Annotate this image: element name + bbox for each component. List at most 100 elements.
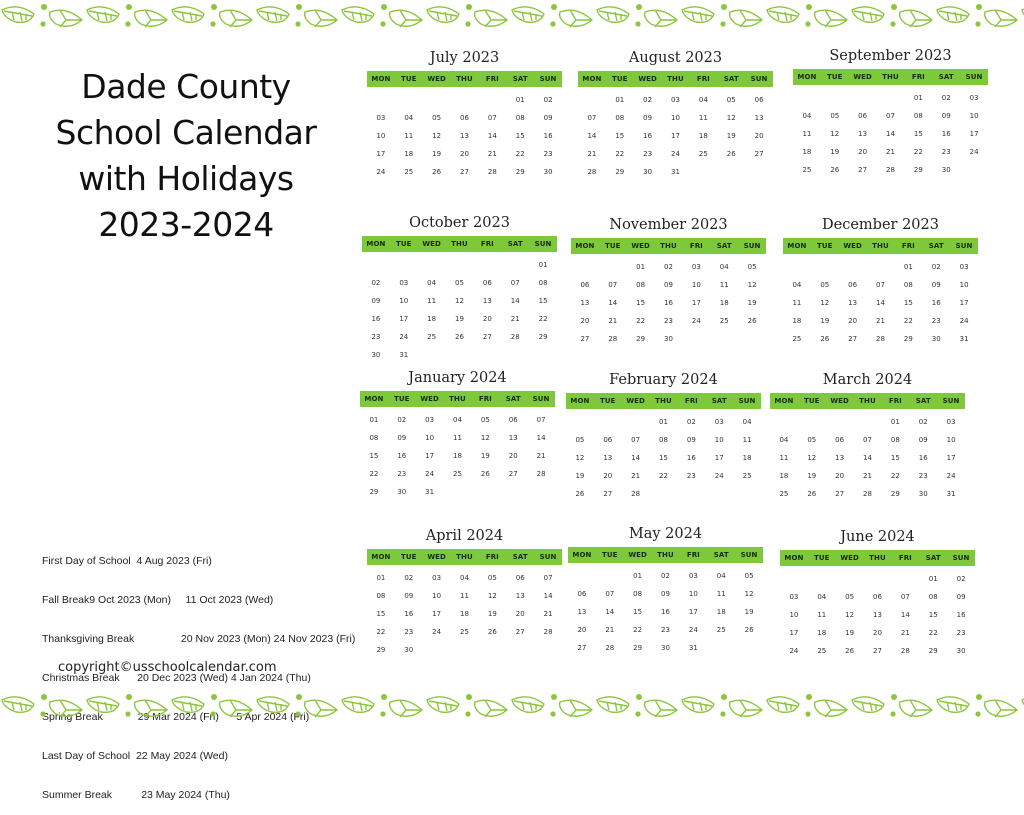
day-cell: 30 xyxy=(404,646,414,654)
weekday-label: SAT xyxy=(938,73,954,81)
leaf-border-top xyxy=(0,0,1024,34)
empty-cell xyxy=(478,91,506,109)
day-cell: 24 xyxy=(425,470,435,478)
day-cell: 20 xyxy=(754,132,764,140)
day-cell: 04 xyxy=(427,279,437,287)
empty-cell xyxy=(568,567,596,585)
day-cell: 26 xyxy=(455,333,464,341)
day-cell: 17 xyxy=(688,608,698,616)
day-cell: 23 xyxy=(956,629,966,637)
day-cell: 19 xyxy=(807,472,817,480)
day-grid: 01 02 03 04 05 06 07 08 09 10 11 12 13 14 15 16 17 18 19 20… xyxy=(362,256,557,364)
day-cell: 15 xyxy=(890,454,900,462)
day-cell: 23 xyxy=(543,150,553,158)
leaf-icon xyxy=(341,694,424,718)
weekday-label: THU xyxy=(456,553,473,561)
day-cell: 02 xyxy=(931,263,941,271)
empty-cell xyxy=(798,413,826,431)
leaf-icon xyxy=(426,694,509,718)
day-cell: 02 xyxy=(661,572,670,580)
day-cell: 16 xyxy=(643,132,653,140)
weekday-label: FRI xyxy=(686,551,700,559)
day-cell: 29 xyxy=(538,333,548,341)
day-cell: 06 xyxy=(835,436,845,444)
leaf-icon xyxy=(256,4,339,28)
day-cell: 22 xyxy=(903,317,913,325)
day-cell: 22 xyxy=(890,472,900,480)
empty-cell xyxy=(854,413,882,431)
day-cell: 05 xyxy=(820,281,830,289)
day-cell: 09 xyxy=(918,436,928,444)
day-cell: 09 xyxy=(956,593,966,601)
day-cell: 28 xyxy=(608,335,618,343)
month-title: October 2023 xyxy=(409,215,510,231)
month-calendar: April 2024 MON TUE WED THU FRI SAT SUN 01 02 03 04 0… xyxy=(367,525,562,659)
day-cell: 11 xyxy=(817,611,827,619)
day-cell: 15 xyxy=(538,297,548,305)
day-cell: 28 xyxy=(487,168,497,176)
day-cell: 12 xyxy=(487,592,497,600)
day-cell: 10 xyxy=(425,434,435,442)
title-line: School Calendar xyxy=(55,113,317,152)
empty-cell xyxy=(599,258,627,276)
empty-cell xyxy=(877,89,905,107)
day-cell: 06 xyxy=(508,416,518,424)
month-title: April 2024 xyxy=(425,528,504,544)
day-cell: 03 xyxy=(969,94,979,102)
day-cell: 29 xyxy=(890,490,900,498)
day-cell: 29 xyxy=(903,335,913,343)
weekday-label: FRI xyxy=(480,240,494,248)
month-calendar: October 2023 MON TUE WED THU FRI SAT SUN 01 02 03 0… xyxy=(362,212,557,364)
day-cell: 25 xyxy=(427,333,437,341)
day-cell: 10 xyxy=(946,436,956,444)
day-cell: 26 xyxy=(480,470,490,478)
weekday-label: SAT xyxy=(928,242,944,250)
empty-cell xyxy=(395,91,423,109)
day-cell: 28 xyxy=(876,335,885,343)
day-cell: 14 xyxy=(536,434,546,442)
day-cell: 21 xyxy=(605,626,615,634)
day-cell: 01 xyxy=(633,572,643,580)
weekday-label: SUN xyxy=(740,551,758,559)
holiday-item: Thanksgiving Break 20 Nov 2023 (Mon) 24 … xyxy=(42,633,356,645)
day-cell: 29 xyxy=(928,647,938,655)
leaf-icon xyxy=(596,4,679,28)
day-cell: 08 xyxy=(633,590,643,598)
weekday-header: MON TUE WED THU FRI SAT SUN xyxy=(367,71,562,87)
weekday-label: MON xyxy=(575,242,595,250)
empty-cell xyxy=(362,256,390,274)
day-cell: 17 xyxy=(959,299,969,307)
day-cell: 04 xyxy=(404,114,414,122)
day-cell: 09 xyxy=(664,281,673,289)
day-cell: 12 xyxy=(432,132,442,140)
day-cell: 14 xyxy=(510,297,520,305)
weekday-label: FRI xyxy=(888,397,902,405)
empty-cell xyxy=(451,91,479,109)
day-cell: 23 xyxy=(404,628,414,636)
weekday-label: TUE xyxy=(401,553,417,561)
weekday-label: FRI xyxy=(898,554,912,562)
day-cell: 15 xyxy=(369,452,379,460)
day-cell: 08 xyxy=(903,281,913,289)
day-cell: 19 xyxy=(480,452,490,460)
month-calendar: February 2024 MON TUE WED THU FRI SAT SUN 01 02 03… xyxy=(566,369,761,503)
day-cell: 25 xyxy=(817,647,827,655)
month-title: June 2024 xyxy=(840,529,915,545)
day-cell: 27 xyxy=(603,490,613,498)
weekday-label: SUN xyxy=(942,397,960,405)
day-cell: 09 xyxy=(661,590,670,598)
day-grid: 01 02 03 04 05 06 07 08 09 10 11 12 13 14 15 16 17 18 19 20… xyxy=(566,413,761,503)
weekday-label: SUN xyxy=(539,75,557,83)
weekday-label: TUE xyxy=(600,397,616,405)
weekday-header: MON TUE WED THU FRI SAT SUN xyxy=(793,69,988,85)
holiday-item: Fall Break9 Oct 2023 (Mon) 11 Oct 2023 (… xyxy=(42,594,274,606)
leaf-icon xyxy=(511,4,594,28)
day-cell: 12 xyxy=(845,611,855,619)
day-cell: 05 xyxy=(747,263,757,271)
day-cell: 10 xyxy=(789,611,799,619)
weekday-label: SUN xyxy=(955,242,973,250)
day-cell: 31 xyxy=(688,644,698,652)
day-cell: 06 xyxy=(577,590,587,598)
leaf-icon xyxy=(851,694,934,718)
day-cell: 01 xyxy=(369,416,379,424)
